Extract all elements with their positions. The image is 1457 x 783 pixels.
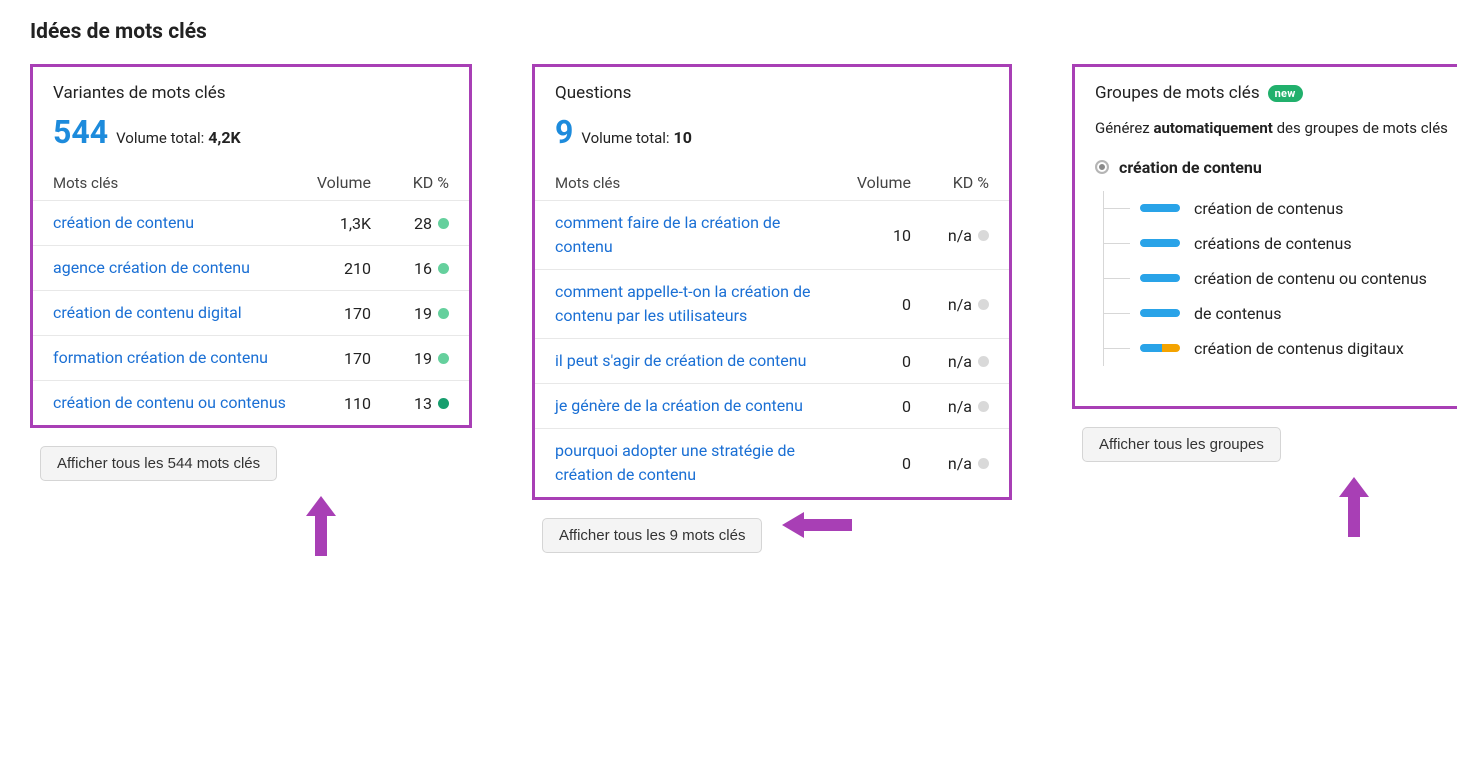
radio-icon	[1095, 160, 1109, 174]
table-row: je génère de la création de contenu 0n/a	[535, 383, 1009, 428]
variants-show-all-button[interactable]: Afficher tous les 544 mots clés	[40, 446, 277, 481]
kd-cell: n/a	[911, 454, 989, 473]
arrow-up-icon	[306, 496, 336, 560]
group-bar-icon	[1140, 204, 1180, 212]
col-header-kd: KD %	[911, 173, 989, 192]
table-row: création de contenu digital 17019	[33, 290, 469, 335]
questions-table: Mots clés Volume KD % comment faire de l…	[535, 173, 1009, 497]
kd-cell: 19	[371, 349, 449, 368]
questions-panel: Questions 9 Volume total: 10 Mots clés V…	[532, 64, 1012, 500]
kd-cell: 28	[371, 214, 449, 233]
variants-panel: Variantes de mots clés 544 Volume total:…	[30, 64, 472, 428]
kd-dot-icon	[438, 308, 449, 319]
volume-cell: 0	[831, 454, 911, 473]
kd-dot-icon	[978, 356, 989, 367]
variants-title: Variantes de mots clés	[53, 83, 449, 103]
kd-cell: n/a	[911, 226, 989, 245]
tree-item[interactable]: création de contenus	[1140, 191, 1457, 226]
volume-cell: 110	[291, 394, 371, 413]
kd-cell: 19	[371, 304, 449, 323]
questions-count: 9	[555, 113, 573, 151]
groups-show-all-button[interactable]: Afficher tous les groupes	[1082, 427, 1281, 462]
groups-panel: Groupes de mots clés new Générez automat…	[1072, 64, 1457, 409]
variants-table: Mots clés Volume KD % création de conten…	[33, 173, 469, 425]
col-header-volume: Volume	[831, 173, 911, 192]
tree-item[interactable]: de contenus	[1140, 296, 1457, 331]
tree-item-label: de contenus	[1194, 304, 1281, 323]
tree-item-label: créations de contenus	[1194, 234, 1352, 253]
keyword-link[interactable]: je génère de la création de contenu	[555, 396, 803, 415]
kd-cell: 13	[371, 394, 449, 413]
group-bar-icon	[1140, 274, 1180, 282]
col-header-volume: Volume	[291, 173, 371, 192]
keyword-link[interactable]: création de contenu digital	[53, 303, 242, 322]
groups-description: Générez automatiquement des groupes de m…	[1095, 117, 1457, 140]
arrow-left-icon	[782, 512, 852, 542]
keyword-link[interactable]: agence création de contenu	[53, 258, 250, 277]
volume-cell: 170	[291, 349, 371, 368]
questions-volume-label: Volume total:	[581, 129, 669, 147]
groups-title: Groupes de mots clés	[1095, 83, 1260, 103]
tree-item-label: création de contenus	[1194, 199, 1343, 218]
group-bar-icon	[1140, 344, 1180, 352]
kd-dot-icon	[978, 401, 989, 412]
table-row: il peut s'agir de création de contenu 0n/…	[535, 338, 1009, 383]
tree-item-label: création de contenu ou contenus	[1194, 269, 1427, 288]
kd-dot-icon	[438, 353, 449, 364]
table-row: comment appelle-t-on la création de cont…	[535, 269, 1009, 338]
table-row: comment faire de la création de contenu 1…	[535, 200, 1009, 269]
keyword-link[interactable]: formation création de contenu	[53, 348, 268, 367]
col-header-keywords: Mots clés	[555, 174, 831, 192]
col-header-kd: KD %	[371, 173, 449, 192]
volume-cell: 1,3K	[291, 214, 371, 233]
variants-count: 544	[53, 113, 108, 151]
questions-title: Questions	[555, 83, 989, 103]
keyword-link[interactable]: comment appelle-t-on la création de cont…	[555, 282, 810, 325]
tree-item[interactable]: création de contenu ou contenus	[1140, 261, 1457, 296]
table-row: agence création de contenu 21016	[33, 245, 469, 290]
kd-dot-icon	[978, 230, 989, 241]
col-header-keywords: Mots clés	[53, 174, 291, 192]
kd-dot-icon	[438, 218, 449, 229]
new-badge: new	[1268, 85, 1303, 102]
volume-cell: 210	[291, 259, 371, 278]
keyword-link[interactable]: comment faire de la création de contenu	[555, 213, 780, 256]
volume-cell: 0	[831, 295, 911, 314]
variants-volume-label: Volume total:	[116, 129, 204, 147]
groups-tree: création de contenu création de contenus…	[1075, 158, 1457, 386]
kd-cell: n/a	[911, 295, 989, 314]
kd-cell: n/a	[911, 397, 989, 416]
keyword-link[interactable]: pourquoi adopter une stratégie de créati…	[555, 441, 795, 484]
page-title: Idées de mots clés	[30, 20, 1427, 44]
table-row: formation création de contenu 17019	[33, 335, 469, 380]
tree-root-label: création de contenu	[1119, 158, 1262, 177]
table-row: pourquoi adopter une stratégie de créati…	[535, 428, 1009, 497]
volume-cell: 170	[291, 304, 371, 323]
keyword-link[interactable]: il peut s'agir de création de contenu	[555, 351, 806, 370]
tree-item-label: création de contenus digitaux	[1194, 339, 1404, 358]
table-row: création de contenu 1,3K28	[33, 200, 469, 245]
questions-volume-value: 10	[674, 128, 692, 147]
kd-dot-icon	[978, 299, 989, 310]
group-bar-icon	[1140, 309, 1180, 317]
arrow-up-icon	[1339, 477, 1369, 541]
tree-item[interactable]: création de contenus digitaux	[1140, 331, 1457, 366]
volume-cell: 10	[831, 226, 911, 245]
kd-cell: n/a	[911, 352, 989, 371]
variants-volume-value: 4,2K	[208, 128, 240, 147]
keyword-link[interactable]: création de contenu	[53, 213, 194, 232]
table-row: création de contenu ou contenus 11013	[33, 380, 469, 425]
volume-cell: 0	[831, 397, 911, 416]
questions-show-all-button[interactable]: Afficher tous les 9 mots clés	[542, 518, 762, 553]
tree-item[interactable]: créations de contenus	[1140, 226, 1457, 261]
kd-dot-icon	[438, 398, 449, 409]
volume-cell: 0	[831, 352, 911, 371]
group-bar-icon	[1140, 239, 1180, 247]
tree-root[interactable]: création de contenu	[1095, 158, 1457, 177]
keyword-link[interactable]: création de contenu ou contenus	[53, 393, 286, 412]
kd-dot-icon	[438, 263, 449, 274]
kd-dot-icon	[978, 458, 989, 469]
kd-cell: 16	[371, 259, 449, 278]
